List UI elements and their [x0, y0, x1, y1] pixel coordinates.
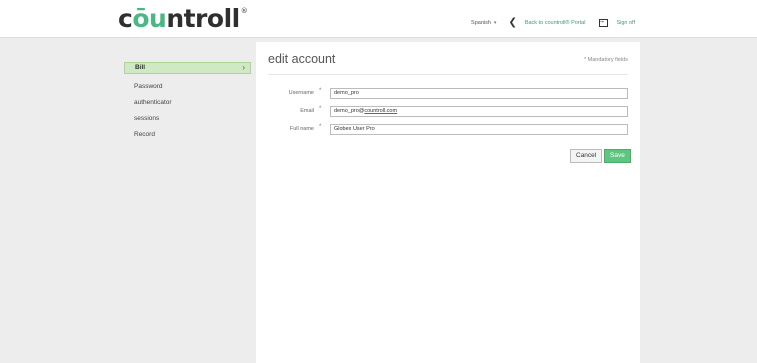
email-label: Email	[300, 108, 314, 114]
chevron-down-icon: ▾	[493, 19, 497, 26]
language-label: Spanish	[471, 19, 491, 26]
email-domain: countroll.com	[364, 108, 398, 114]
divider	[268, 74, 628, 75]
top-nav: Spanish ▾ ❮ Back to countroll® Portal Si…	[471, 16, 635, 29]
username-row: Username * demo_pro	[256, 88, 640, 100]
cancel-button[interactable]: Cancel	[570, 149, 603, 163]
language-select[interactable]: Spanish ▾	[471, 20, 496, 26]
username-field[interactable]: demo_pro	[330, 88, 628, 99]
page-title: edit account	[268, 52, 336, 66]
save-button[interactable]: Save	[604, 149, 631, 163]
account-sidebar: Bill › Password authenticator sessions R…	[124, 62, 251, 143]
chevron-right-icon: ›	[242, 63, 245, 72]
top-bar: cōuntroll® Spanish ▾ ❮ Back to countroll…	[0, 0, 757, 38]
sidebar-item-authenticator[interactable]: authenticator	[124, 95, 251, 111]
sidebar-item-label: Bill	[135, 64, 146, 71]
full-name-label: Full name	[289, 126, 314, 132]
edit-account-panel: edit account * Mandatory fields Username…	[256, 42, 640, 363]
sidebar-item-record[interactable]: Record	[124, 127, 251, 143]
mandatory-note: * Mandatory fields	[583, 57, 628, 63]
chevron-left-icon: ❮	[508, 17, 517, 28]
full-name-field[interactable]: Globex User Pro	[330, 124, 628, 135]
sign-out-icon	[597, 16, 609, 27]
username-label: Username	[288, 90, 314, 96]
back-to-portal-link[interactable]: ❮ Back to countroll® Portal	[508, 17, 585, 28]
required-marker: *	[319, 124, 322, 130]
required-marker: *	[319, 88, 322, 94]
back-link-label: Back to countroll® Portal	[524, 19, 586, 26]
sidebar-item-label: Record	[134, 131, 155, 138]
required-marker: *	[319, 106, 322, 112]
sign-off-link[interactable]: Sign off	[597, 16, 635, 27]
sidebar-item-label: Password	[134, 83, 163, 90]
sidebar-item-label: sessions	[134, 115, 160, 122]
email-local-part: demo_pro@	[334, 108, 365, 114]
sidebar-item-bill[interactable]: Bill ›	[124, 62, 251, 74]
full-name-row: Full name * Globex User Pro	[256, 124, 640, 136]
email-field[interactable]: demo_pro@countroll.com	[330, 106, 628, 117]
email-row: Email * demo_pro@countroll.com	[256, 106, 640, 118]
sidebar-item-password[interactable]: Password	[124, 79, 251, 95]
countroll-logo[interactable]: cōuntroll®	[118, 4, 248, 33]
sidebar-item-label: authenticator	[134, 99, 172, 106]
sign-off-label: Sign off	[616, 19, 635, 26]
sidebar-item-sessions[interactable]: sessions	[124, 111, 251, 127]
